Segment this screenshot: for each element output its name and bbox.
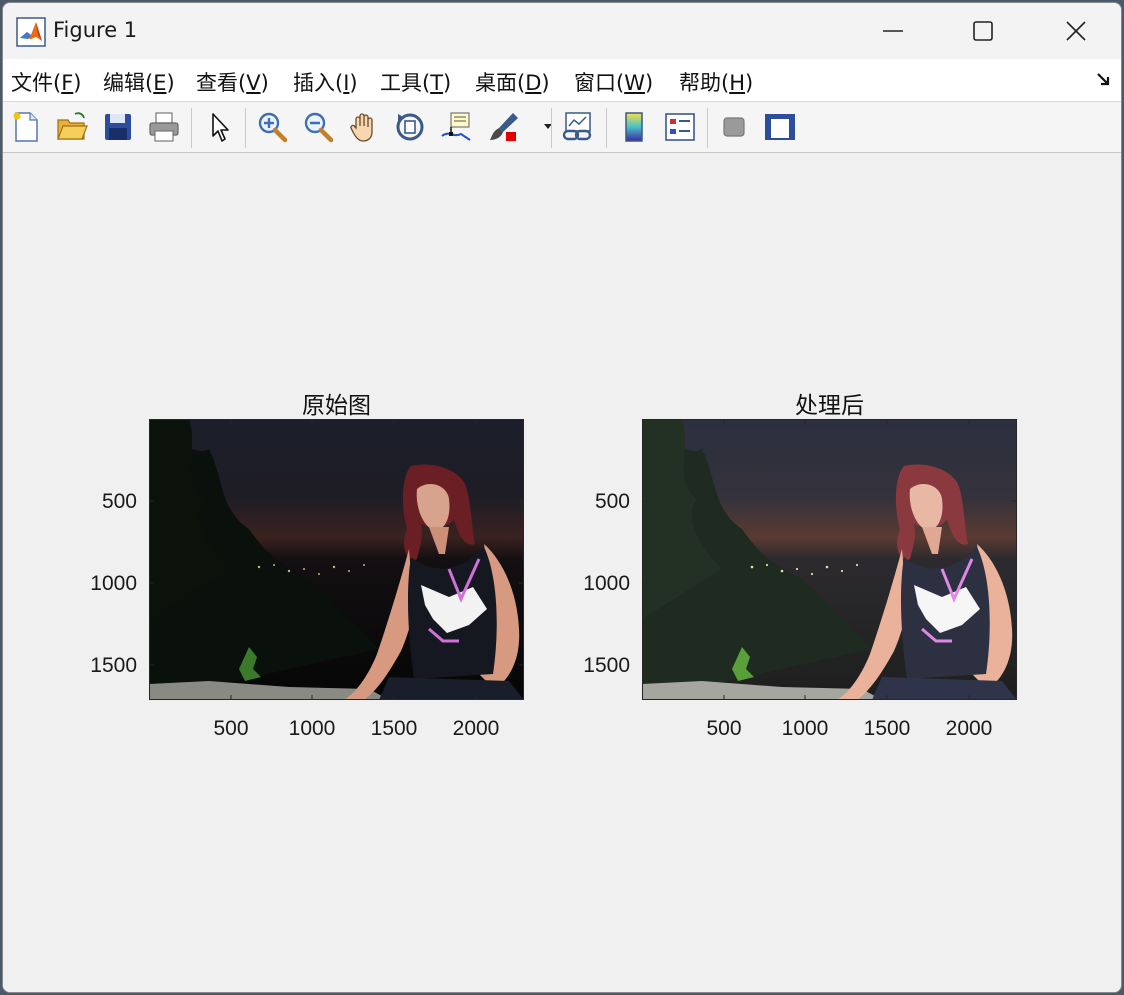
print-icon[interactable] <box>147 110 181 144</box>
toolbar-separator <box>606 108 607 148</box>
zoom-in-icon[interactable] <box>255 110 289 144</box>
figure-window: Figure 1 文件(F) 编辑(E) 查看(V) 插入(I) 工具(T) 桌… <box>2 2 1122 993</box>
edit-plot-arrow-icon[interactable] <box>203 110 237 144</box>
menu-view[interactable]: 查看(V) <box>196 67 269 97</box>
ytick-label: 1500 <box>90 654 137 677</box>
colorbar-icon[interactable] <box>617 110 651 144</box>
menu-desktop[interactable]: 桌面(D) <box>475 67 550 97</box>
data-cursor-icon[interactable] <box>439 110 473 144</box>
axes-title-original: 原始图 <box>302 393 371 419</box>
window-title: Figure 1 <box>53 18 138 42</box>
hide-plot-tools-icon[interactable] <box>717 110 751 144</box>
menu-help[interactable]: 帮助(H) <box>679 67 753 97</box>
save-icon[interactable] <box>101 110 135 144</box>
figure-canvas: 原始图 500 1000 1500 500 1000 1500 2000 处理后… <box>3 153 1121 992</box>
ytick-label: 1500 <box>583 654 630 677</box>
ytick-label: 500 <box>101 490 137 513</box>
minimize-icon <box>883 30 903 32</box>
figure-toolbar <box>3 101 1121 153</box>
image-original[interactable] <box>149 419 524 700</box>
rotate-3d-icon[interactable] <box>393 110 427 144</box>
toolbar-separator <box>707 108 708 148</box>
menu-file[interactable]: 文件(F) <box>11 67 82 97</box>
toolbar-separator <box>191 108 192 148</box>
axes-title-processed: 处理后 <box>795 393 864 419</box>
maximize-button[interactable] <box>938 3 1028 59</box>
xtick-label: 1000 <box>781 717 829 740</box>
open-file-icon[interactable] <box>55 110 89 144</box>
xtick-label: 1000 <box>288 717 336 740</box>
dock-figure-icon[interactable] <box>1095 71 1113 89</box>
chevron-down-icon <box>544 124 552 129</box>
ytick-label: 500 <box>594 490 630 513</box>
matlab-logo-icon <box>16 17 46 47</box>
close-icon <box>1066 21 1086 41</box>
image-processed[interactable] <box>642 419 1017 700</box>
new-figure-icon[interactable] <box>9 110 43 144</box>
title-bar: Figure 1 <box>3 3 1121 59</box>
link-plot-icon[interactable] <box>561 110 595 144</box>
maximize-icon <box>973 21 993 41</box>
xtick-label: 500 <box>706 717 742 740</box>
show-plot-tools-icon[interactable] <box>763 110 797 144</box>
toolbar-separator <box>245 108 246 148</box>
menu-insert[interactable]: 插入(I) <box>293 67 358 97</box>
menu-bar: 文件(F) 编辑(E) 查看(V) 插入(I) 工具(T) 桌面(D) 窗口(W… <box>3 59 1121 101</box>
ytick-label: 1000 <box>583 572 630 595</box>
xtick-label: 500 <box>213 717 249 740</box>
zoom-out-icon[interactable] <box>301 110 335 144</box>
xtick-label: 1500 <box>863 717 911 740</box>
legend-icon[interactable] <box>663 110 697 144</box>
xtick-label: 2000 <box>452 717 500 740</box>
ytick-label: 1000 <box>90 572 137 595</box>
minimize-button[interactable] <box>848 3 938 59</box>
menu-edit[interactable]: 编辑(E) <box>103 67 175 97</box>
toolbar-separator <box>551 108 552 148</box>
menu-window[interactable]: 窗口(W) <box>574 67 653 97</box>
menu-tools[interactable]: 工具(T) <box>380 67 451 97</box>
xtick-label: 2000 <box>945 717 993 740</box>
brush-icon[interactable] <box>487 110 521 144</box>
brush-dropdown-button[interactable] <box>531 110 552 144</box>
xtick-label: 1500 <box>370 717 418 740</box>
close-button[interactable] <box>1031 3 1121 59</box>
pan-hand-icon[interactable] <box>347 110 381 144</box>
